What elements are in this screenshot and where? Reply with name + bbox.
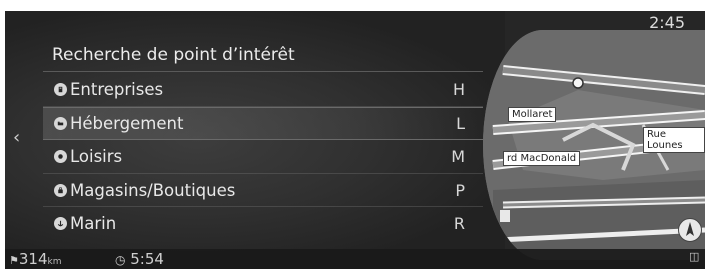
- list-item-label: Entreprises: [70, 80, 164, 100]
- index-letter[interactable]: M: [451, 147, 465, 166]
- street-label: Mollaret: [508, 107, 557, 122]
- list-item-marin[interactable]: Marin R: [43, 207, 483, 241]
- status-bar: ⚑314km ◷ 5:54 ◫: [5, 249, 705, 269]
- eta-readout: ◷ 5:54: [115, 250, 164, 268]
- list-item-hebergement[interactable]: Hébergement L: [43, 106, 483, 140]
- title-divider: [43, 71, 483, 72]
- list-item-label: Loisirs: [70, 147, 123, 167]
- list-item-label: Magasins/Boutiques: [70, 180, 236, 200]
- building-icon: [54, 83, 67, 97]
- infotainment-screen: 2:45 Recherche de point d’intérêt ‹ Entr…: [5, 11, 705, 269]
- list-item-entreprises[interactable]: Entreprises H: [43, 73, 483, 107]
- eta-time: 5:54: [130, 250, 164, 268]
- street-label: Rue Lounes: [643, 127, 705, 153]
- map-preview[interactable]: Mollaret rd MacDonald Rue Lounes: [483, 30, 705, 260]
- list-item-label: Marin: [70, 214, 117, 234]
- distance-readout: ⚑314km: [9, 250, 62, 268]
- back-arrow-icon[interactable]: ‹: [13, 127, 20, 148]
- anchor-icon: [54, 217, 67, 231]
- distance-unit: km: [47, 257, 62, 267]
- distance-value: 314: [18, 250, 48, 268]
- shopping-bag-icon: [54, 183, 67, 197]
- index-letter[interactable]: H: [453, 80, 465, 99]
- menu-icon[interactable]: ◫: [689, 250, 699, 263]
- leisure-icon: [54, 150, 67, 164]
- list-item-magasins[interactable]: Magasins/Boutiques P: [43, 174, 483, 207]
- poi-category-list: Entreprises H Hébergement L Loisirs M Ma…: [43, 73, 483, 241]
- index-letter[interactable]: L: [456, 114, 465, 133]
- list-item-label: Hébergement: [70, 113, 184, 133]
- clock-icon: ◷: [115, 253, 126, 267]
- index-letter[interactable]: R: [454, 214, 465, 233]
- compass-icon[interactable]: [678, 218, 702, 242]
- bed-icon: [54, 116, 67, 130]
- page-title: Recherche de point d’intérêt: [52, 45, 295, 65]
- list-item-loisirs[interactable]: Loisirs M: [43, 140, 483, 174]
- flag-icon: ⚑: [9, 254, 19, 267]
- street-label: rd MacDonald: [503, 151, 581, 166]
- index-letter[interactable]: P: [455, 181, 465, 200]
